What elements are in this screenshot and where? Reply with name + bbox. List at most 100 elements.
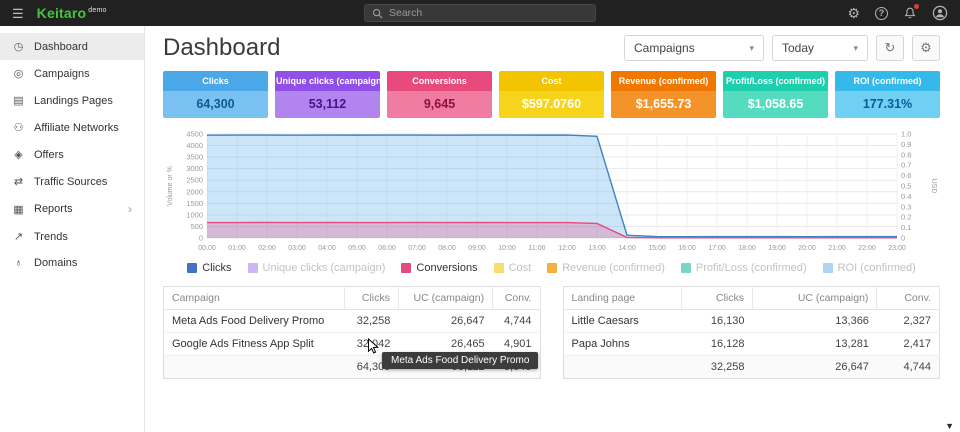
- topbar-actions: ⚙ ?: [847, 5, 948, 21]
- domains-globe-icon: ♁: [12, 257, 25, 269]
- row-name-link[interactable]: Google Ads Fitness App Split: [164, 333, 345, 356]
- campaigns-filter-select[interactable]: Campaigns ▾: [624, 35, 764, 61]
- y-right-tick: 0.5: [901, 182, 911, 191]
- metric-card-title: Clicks: [163, 71, 268, 91]
- x-tick: 14:00: [618, 245, 636, 252]
- period-filter-label: Today: [782, 41, 814, 55]
- metric-card-clicks[interactable]: Clicks64,300: [163, 71, 268, 118]
- app-window: ☰ Keitarodemo ⚙ ?: [0, 0, 960, 432]
- legend-item-revenue-confirmed[interactable]: Revenue (confirmed): [547, 262, 665, 274]
- column-header-uc-campaign[interactable]: UC (campaign): [398, 287, 492, 310]
- total-value: [164, 356, 345, 379]
- y-left-tick: 3500: [186, 153, 203, 162]
- sidebar-item-label: Offers: [34, 149, 64, 161]
- x-tick: 06:00: [378, 245, 396, 252]
- y-left-axis-title: Volume or %: [167, 166, 174, 206]
- column-header-clicks[interactable]: Clicks: [345, 287, 398, 310]
- metric-card-revenue-confirmed[interactable]: Revenue (confirmed)$1,655.73: [611, 71, 716, 118]
- column-header-uc-campaign[interactable]: UC (campaign): [753, 287, 877, 310]
- cell-value: 16,128: [682, 333, 753, 356]
- legend-swatch: [681, 263, 691, 273]
- notifications-bell-icon[interactable]: [903, 6, 917, 20]
- sidebar-item-domains[interactable]: ♁Domains: [0, 250, 144, 276]
- metric-card-profit-loss-confirmed[interactable]: Profit/Loss (confirmed)$1,058.65: [723, 71, 828, 118]
- column-header-landing-page[interactable]: Landing page: [563, 287, 682, 310]
- row-name-link[interactable]: Papa Johns: [563, 333, 682, 356]
- column-header-conv[interactable]: Conv.: [493, 287, 540, 310]
- traffic-chart[interactable]: 05001000150020002500300035004000450000.1…: [163, 128, 940, 258]
- cell-value: 13,281: [753, 333, 877, 356]
- sidebar-item-label: Reports: [34, 203, 73, 215]
- refresh-button[interactable]: ↻: [876, 35, 904, 61]
- x-tick: 13:00: [588, 245, 606, 252]
- x-tick: 08:00: [438, 245, 456, 252]
- metric-card-cost[interactable]: Cost$597.0760: [499, 71, 604, 118]
- scroll-down-icon[interactable]: ▼: [945, 421, 954, 431]
- x-tick: 21:00: [828, 245, 846, 252]
- chart-canvas: 05001000150020002500300035004000450000.1…: [163, 128, 939, 258]
- dashboard-controls: Campaigns ▾ Today ▾ ↻ ⚙: [624, 35, 940, 61]
- legend-swatch: [494, 263, 504, 273]
- y-left-tick: 4000: [186, 141, 203, 150]
- column-header-clicks[interactable]: Clicks: [682, 287, 753, 310]
- sidebar-item-reports[interactable]: ▦Reports›: [0, 195, 144, 223]
- legend-item-unique-clicks-campaign[interactable]: Unique clicks (campaign): [248, 262, 386, 274]
- metric-card-conversions[interactable]: Conversions9,645: [387, 71, 492, 118]
- metric-card-title: Cost: [499, 71, 604, 91]
- sidebar-item-landings-pages[interactable]: ▤Landings Pages: [0, 87, 144, 114]
- metric-card-roi-confirmed[interactable]: ROI (confirmed)177.31%: [835, 71, 940, 118]
- landing-pages-icon: ▤: [12, 94, 25, 107]
- legend-item-conversions[interactable]: Conversions: [401, 262, 477, 274]
- legend-item-profit-loss-confirmed[interactable]: Profit/Loss (confirmed): [681, 262, 807, 274]
- row-name-link[interactable]: Little Caesars: [563, 310, 682, 333]
- metric-card-unique-clicks-campaign[interactable]: Unique clicks (campaign)53,112: [275, 71, 380, 118]
- legend-swatch: [401, 263, 411, 273]
- sidebar-item-dashboard[interactable]: ◷Dashboard: [0, 33, 144, 60]
- legend-label: Unique clicks (campaign): [263, 262, 386, 274]
- column-header-conv[interactable]: Conv.: [877, 287, 940, 310]
- user-avatar-icon[interactable]: [932, 5, 948, 21]
- topbar: ☰ Keitarodemo ⚙ ?: [0, 0, 960, 26]
- sidebar-item-affiliate-networks[interactable]: ⚇Affiliate Networks: [0, 114, 144, 141]
- menu-hamburger-icon[interactable]: ☰: [12, 7, 24, 20]
- y-left-tick: 500: [190, 222, 203, 231]
- page-title: Dashboard: [163, 34, 280, 62]
- metric-card-value: 9,645: [387, 91, 492, 118]
- sidebar-item-campaigns[interactable]: ◎Campaigns: [0, 60, 144, 87]
- y-left-tick: 2000: [186, 187, 203, 196]
- y-left-tick: 4500: [186, 130, 203, 139]
- period-filter-select[interactable]: Today ▾: [772, 35, 868, 61]
- sidebar: ◷Dashboard◎Campaigns▤Landings Pages⚇Affi…: [0, 26, 145, 432]
- metric-card-value: 177.31%: [835, 91, 940, 118]
- sidebar-item-trends[interactable]: ↗Trends: [0, 223, 144, 250]
- search-box[interactable]: [364, 4, 596, 22]
- column-header-campaign[interactable]: Campaign: [164, 287, 345, 310]
- sidebar-item-label: Affiliate Networks: [34, 122, 119, 134]
- x-tick: 00:00: [198, 245, 216, 252]
- search-input[interactable]: [389, 7, 588, 19]
- campaigns-filter-label: Campaigns: [634, 41, 695, 55]
- sidebar-item-offers[interactable]: ◈Offers: [0, 141, 144, 168]
- total-value: 4,744: [877, 356, 940, 379]
- sidebar-item-label: Trends: [34, 231, 68, 243]
- metric-cards-row: Clicks64,300Unique clicks (campaign)53,1…: [163, 71, 940, 118]
- sidebar-item-traffic-sources[interactable]: ⇄Traffic Sources: [0, 168, 144, 195]
- logo[interactable]: Keitarodemo: [37, 5, 107, 21]
- settings-gear-icon[interactable]: ⚙: [847, 6, 860, 20]
- legend-item-roi-confirmed[interactable]: ROI (confirmed): [823, 262, 916, 274]
- traffic-sources-icon: ⇄: [12, 175, 25, 188]
- legend-item-cost[interactable]: Cost: [494, 262, 532, 274]
- metric-card-value: $1,655.73: [611, 91, 716, 118]
- cell-value: 32,258: [345, 310, 398, 333]
- legend-item-clicks[interactable]: Clicks: [187, 262, 231, 274]
- x-tick: 05:00: [348, 245, 366, 252]
- dashboard-settings-button[interactable]: ⚙: [912, 35, 940, 61]
- help-icon[interactable]: ?: [875, 7, 888, 20]
- x-tick: 18:00: [738, 245, 756, 252]
- x-tick: 10:00: [498, 245, 516, 252]
- metric-card-title: Conversions: [387, 71, 492, 91]
- row-name-link[interactable]: Meta Ads Food Delivery Promo: [164, 310, 345, 333]
- y-left-tick: 0: [199, 234, 203, 243]
- landing-pages-table: Landing pageClicksUC (campaign)Conv. Litt…: [563, 286, 941, 379]
- table-row: Papa Johns16,12813,2812,417: [563, 333, 940, 356]
